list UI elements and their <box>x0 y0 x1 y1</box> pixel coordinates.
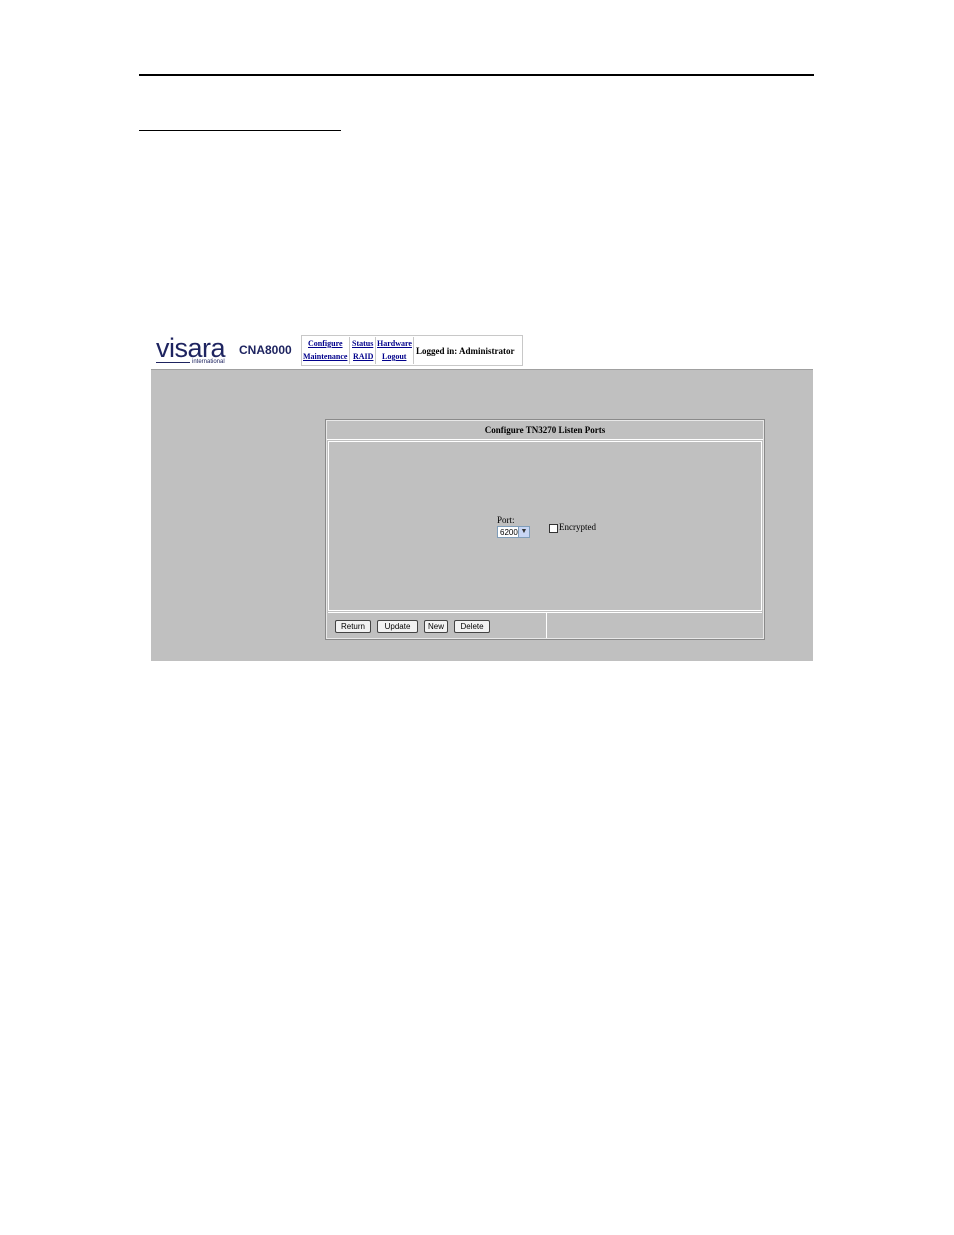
nav-status-link[interactable]: Status <box>352 339 373 348</box>
nav-hardware-link[interactable]: Hardware <box>377 339 412 348</box>
section-heading-underline <box>139 130 341 131</box>
nav-divider <box>375 337 376 364</box>
panel-footer: Return Update New Delete <box>328 612 762 638</box>
app-header: visara international CNA8000 Configure S… <box>151 332 813 369</box>
nav-maintenance-link[interactable]: Maintenance <box>303 352 347 361</box>
encrypted-checkbox[interactable] <box>549 524 558 533</box>
port-select-value: 6200 <box>500 528 518 537</box>
nav-configure-link[interactable]: Configure <box>308 339 343 348</box>
nav-divider <box>413 337 414 364</box>
port-select[interactable]: 6200 ▼ <box>497 526 530 538</box>
nav-logout-link[interactable]: Logout <box>382 352 406 361</box>
return-button[interactable]: Return <box>335 620 371 633</box>
logo-underline <box>156 362 190 363</box>
footer-divider <box>546 613 547 638</box>
new-button[interactable]: New <box>424 620 448 633</box>
chevron-down-icon[interactable]: ▼ <box>518 527 529 537</box>
product-name: CNA8000 <box>239 343 292 357</box>
logged-in-status: Logged in: Administrator <box>416 346 515 356</box>
panel-body: Port: 6200 ▼ Encrypted <box>328 441 762 611</box>
app-screenshot: visara international CNA8000 Configure S… <box>151 332 813 661</box>
logo-subtitle: international <box>192 359 225 365</box>
nav-menu: Configure Status Hardware Maintenance RA… <box>301 335 523 366</box>
delete-button[interactable]: Delete <box>454 620 490 633</box>
encrypted-label: Encrypted <box>559 522 596 532</box>
port-label: Port: <box>497 515 515 525</box>
visara-logo: visara international <box>156 333 234 369</box>
nav-divider <box>349 337 350 364</box>
update-button[interactable]: Update <box>377 620 418 633</box>
configure-panel: Configure TN3270 Listen Ports Port: 6200… <box>325 419 765 640</box>
nav-raid-link[interactable]: RAID <box>353 352 373 361</box>
panel-title: Configure TN3270 Listen Ports <box>327 421 763 440</box>
content-area: Configure TN3270 Listen Ports Port: 6200… <box>151 369 813 661</box>
page-top-rule <box>139 74 814 76</box>
